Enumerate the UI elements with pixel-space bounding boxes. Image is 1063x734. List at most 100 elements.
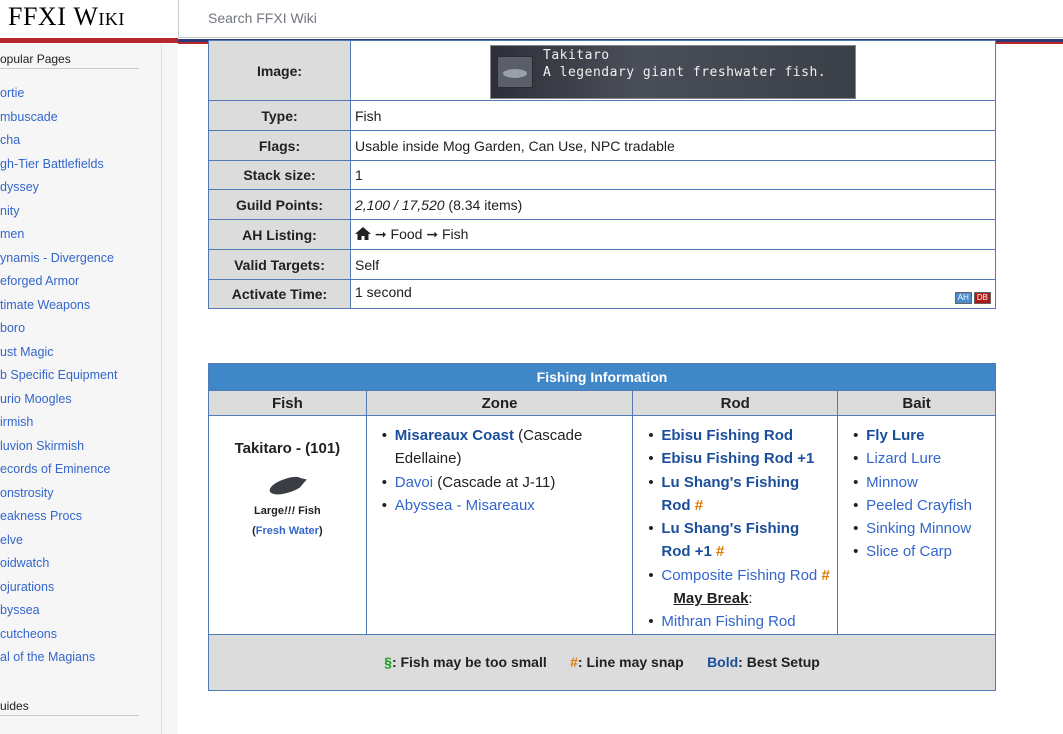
sidebar-item[interactable]: onstrosity — [0, 486, 160, 510]
sidebar-link[interactable]: men — [0, 227, 24, 241]
sidebar-link[interactable]: eakness Procs — [0, 509, 82, 523]
sidebar-link[interactable]: oidwatch — [0, 556, 49, 570]
image-label: Image: — [208, 40, 351, 101]
sidebar-item[interactable]: nity — [0, 204, 160, 228]
sidebar-link[interactable]: mbuscade — [0, 110, 58, 124]
sidebar-item[interactable]: luvion Skirmish — [0, 439, 160, 463]
sidebar-link[interactable]: ortie — [0, 86, 24, 100]
bait-link-fly-lure[interactable]: Fly Lure — [866, 427, 924, 444]
sidebar-link[interactable]: b Specific Equipment — [0, 368, 117, 382]
zone-cell: Misareaux Coast (Cascade Edellaine) Davo… — [365, 415, 634, 635]
zone-link-misareaux-coast[interactable]: Misareaux Coast — [395, 427, 514, 444]
fish-size-suffix: Fish — [298, 505, 321, 517]
item-image-banner: Takitaro A legendary giant freshwater fi… — [490, 44, 856, 99]
sidebar-link[interactable]: boro — [0, 321, 25, 335]
rod-cell: Ebisu Fishing Rod Ebisu Fishing Rod +1 L… — [632, 415, 839, 635]
zone-link-abyssea-misareaux[interactable]: Abyssea - Misareaux — [395, 497, 535, 514]
sidebar-link[interactable]: timate Weapons — [0, 298, 90, 312]
sidebar-item[interactable]: oidwatch — [0, 556, 160, 580]
sidebar-link[interactable]: irmish — [0, 415, 33, 429]
sidebar-item[interactable]: b Specific Equipment — [0, 368, 160, 392]
rod-link-ebisu[interactable]: Ebisu Fishing Rod — [661, 427, 793, 444]
rod-item: Ebisu Fishing Rod — [639, 424, 831, 448]
fishing-caption-row: Fishing Information — [208, 363, 996, 391]
sidebar-item[interactable]: irmish — [0, 415, 160, 439]
site-logo[interactable]: FFXI Wiki — [0, 0, 178, 38]
sidebar-link[interactable]: ust Magic — [0, 345, 54, 359]
sidebar-item[interactable]: ynamis - Divergence — [0, 251, 160, 275]
sidebar-item[interactable]: byssea — [0, 603, 160, 627]
sidebar-item[interactable]: timate Weapons — [0, 298, 160, 322]
sidebar-link[interactable]: ynamis - Divergence — [0, 251, 114, 265]
sidebar-item[interactable]: urio Moogles — [0, 392, 160, 416]
sidebar-item[interactable]: elve — [0, 533, 160, 557]
bait-link-slice-of-carp[interactable]: Slice of Carp — [866, 543, 952, 560]
ah-badge[interactable]: AH — [954, 292, 972, 304]
zone-link-davoi[interactable]: Davoi — [395, 474, 433, 491]
guild-points-items: (8.34 items) — [448, 196, 523, 213]
bait-link-sinking-minnow[interactable]: Sinking Minnow — [866, 520, 971, 537]
rod-item: Lu Shang's Fishing Rod +1 # — [639, 517, 831, 564]
fishing-info-table: Fishing Information Fish Zone Rod Bait T… — [208, 363, 996, 691]
sidebar-item[interactable]: eforged Armor — [0, 274, 160, 298]
row-flags: Flags: Usable inside Mog Garden, Can Use… — [208, 130, 996, 161]
sidebar-link[interactable]: onstrosity — [0, 486, 54, 500]
sidebar-item[interactable]: dyssey — [0, 180, 160, 204]
bait-item: Slice of Carp — [844, 540, 989, 564]
sidebar-link[interactable]: luvion Skirmish — [0, 439, 84, 453]
rod-link-lu-shang[interactable]: Lu Shang's Fishing Rod — [661, 474, 799, 514]
sidebar-item[interactable]: ecords of Eminence — [0, 462, 160, 486]
sidebar-link[interactable]: cha — [0, 133, 20, 147]
sidebar-link[interactable]: ojurations — [0, 580, 54, 594]
line-snap-marker: # — [694, 496, 704, 514]
rod-item: Mithran Fishing Rod — [639, 610, 831, 634]
sidebar-link[interactable]: cutcheons — [0, 627, 57, 641]
sidebar-link[interactable]: al of the Magians — [0, 650, 95, 664]
fish-icon — [497, 55, 533, 88]
rod-link-lu-shang-plus1[interactable]: Lu Shang's Fishing Rod +1 — [661, 520, 799, 560]
legend-bold-text: : Best Setup — [738, 654, 820, 671]
sidebar-item[interactable]: gh-Tier Battlefields — [0, 157, 160, 181]
sidebar-link[interactable]: urio Moogles — [0, 392, 72, 406]
logo-text-main: FFXI — [8, 2, 67, 31]
sidebar-item[interactable]: ortie — [0, 86, 160, 110]
sidebar-link[interactable]: gh-Tier Battlefields — [0, 157, 104, 171]
sidebar-item[interactable]: ojurations — [0, 580, 160, 604]
bait-link-minnow[interactable]: Minnow — [866, 474, 918, 491]
sidebar-link[interactable]: eforged Armor — [0, 274, 79, 288]
fish-size-bang: !!! — [284, 505, 296, 517]
bait-item: Lizard Lure — [844, 447, 989, 471]
fresh-water-link[interactable]: Fresh Water — [256, 525, 319, 537]
sidebar-item[interactable]: men — [0, 227, 160, 251]
home-icon[interactable] — [355, 227, 371, 243]
bait-link-lizard-lure[interactable]: Lizard Lure — [866, 450, 941, 467]
sidebar-item[interactable]: al of the Magians — [0, 650, 160, 674]
bait-cell: Fly Lure Lizard Lure Minnow Peeled Crayf… — [837, 415, 996, 635]
fish-name: Takitaro - (101) — [234, 440, 341, 457]
rod-item: Composite Fishing Rod # — [639, 564, 831, 588]
db-badge[interactable]: DB — [973, 292, 991, 304]
sidebar-heading-guides: uides — [0, 699, 139, 716]
sidebar-item[interactable]: cha — [0, 133, 160, 157]
sidebar-link[interactable]: elve — [0, 533, 23, 547]
fishing-header-row: Fish Zone Rod Bait — [208, 390, 996, 416]
may-break-label: May Break — [673, 590, 749, 608]
sidebar-link[interactable]: dyssey — [0, 180, 39, 194]
rod-link-ebisu-plus1[interactable]: Ebisu Fishing Rod +1 — [661, 450, 814, 467]
sidebar-link[interactable]: ecords of Eminence — [0, 462, 110, 476]
rod-link-mithran[interactable]: Mithran Fishing Rod — [661, 613, 795, 630]
sidebar-item[interactable]: mbuscade — [0, 110, 160, 134]
activate-time-value: 1 second — [355, 284, 412, 300]
sidebar-item[interactable]: eakness Procs — [0, 509, 160, 533]
sidebar-item[interactable]: cutcheons — [0, 627, 160, 651]
search-input[interactable] — [208, 8, 808, 28]
fish-size: Large!!! Fish — [209, 505, 366, 517]
ah-food: Food — [390, 226, 423, 242]
sidebar-link[interactable]: byssea — [0, 603, 40, 617]
bait-link-peeled-crayfish[interactable]: Peeled Crayfish — [866, 497, 972, 514]
sidebar-item[interactable]: boro — [0, 321, 160, 345]
sidebar-heading-popular: opular Pages — [0, 52, 139, 69]
sidebar-link[interactable]: nity — [0, 204, 19, 218]
rod-link-composite[interactable]: Composite Fishing Rod — [661, 567, 817, 584]
sidebar-item[interactable]: ust Magic — [0, 345, 160, 369]
